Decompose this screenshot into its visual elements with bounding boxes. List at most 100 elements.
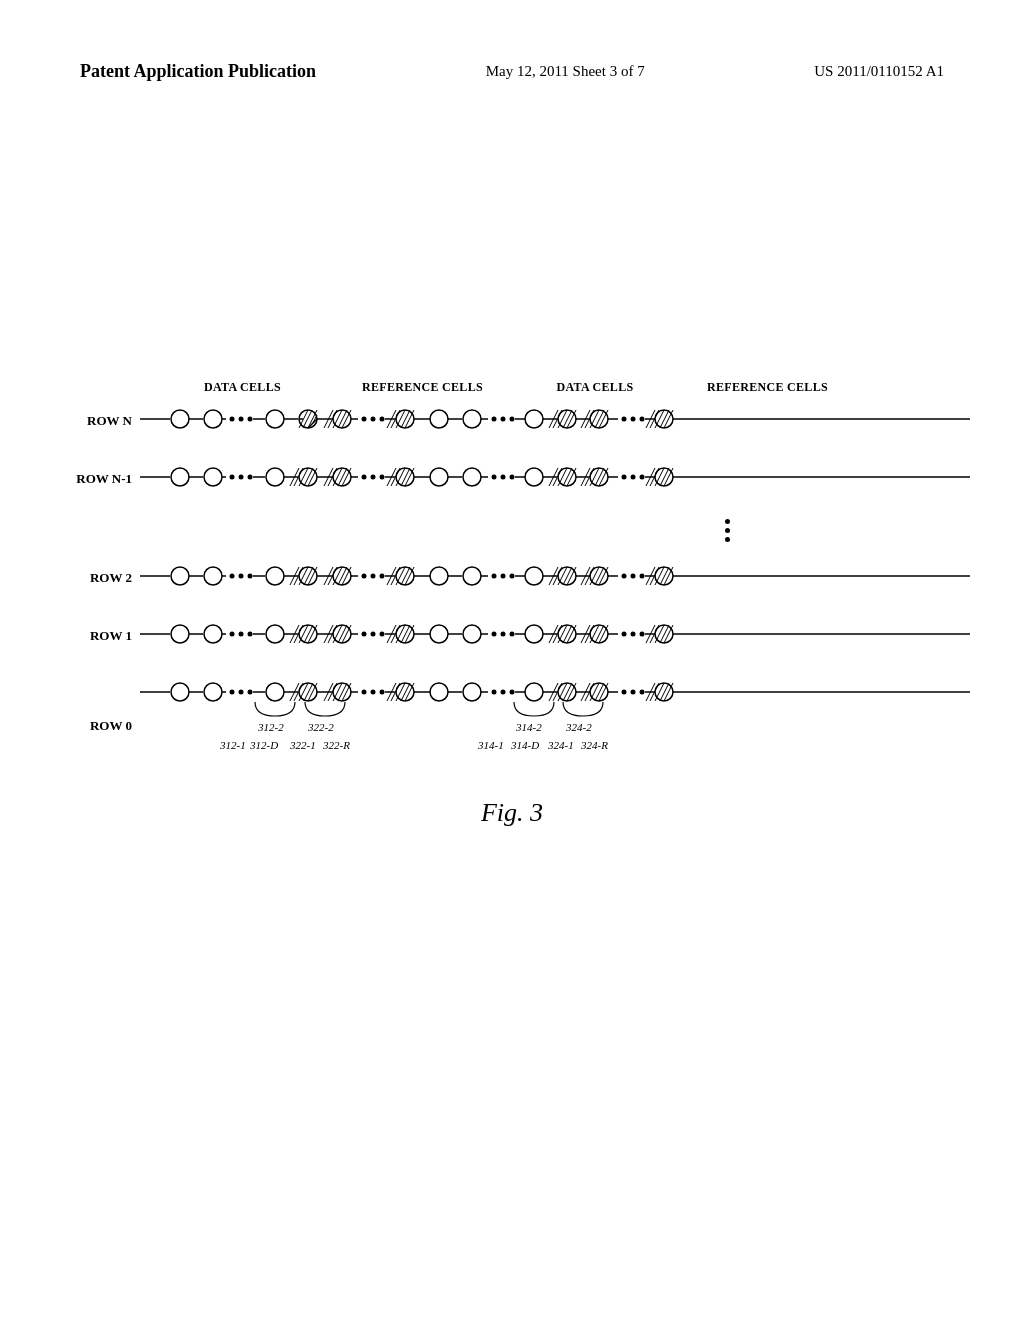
svg-point-62 bbox=[631, 417, 636, 422]
svg-point-185 bbox=[510, 574, 515, 579]
svg-point-112 bbox=[492, 475, 497, 480]
svg-point-9 bbox=[266, 410, 284, 428]
svg-point-6 bbox=[248, 417, 253, 422]
svg-point-220 bbox=[248, 632, 253, 637]
svg-point-147 bbox=[230, 574, 235, 579]
svg-point-327 bbox=[510, 690, 515, 695]
svg-text:324-2: 324-2 bbox=[565, 721, 592, 733]
row-n-1: ROW N-1 bbox=[60, 459, 964, 499]
svg-point-168 bbox=[362, 574, 367, 579]
svg-point-241 bbox=[380, 632, 385, 637]
svg-point-250 bbox=[430, 625, 448, 643]
svg-point-323 bbox=[463, 683, 481, 701]
svg-point-187 bbox=[525, 567, 543, 585]
svg-point-275 bbox=[631, 632, 636, 637]
svg-point-146 bbox=[204, 567, 222, 585]
svg-text:324-R: 324-R bbox=[580, 739, 608, 751]
row-n-svg bbox=[140, 401, 970, 437]
svg-point-113 bbox=[501, 475, 506, 480]
svg-point-169 bbox=[371, 574, 376, 579]
svg-point-239 bbox=[362, 632, 367, 637]
row-2: ROW 2 bbox=[60, 558, 964, 598]
diagram-container: DATA CELLS REFERENCE CELLS DATA CELLS RE… bbox=[60, 380, 964, 828]
svg-text:312-2: 312-2 bbox=[257, 721, 284, 733]
svg-point-311 bbox=[371, 690, 376, 695]
svg-point-3 bbox=[204, 410, 222, 428]
svg-point-116 bbox=[525, 468, 543, 486]
svg-point-1 bbox=[171, 410, 189, 428]
svg-text:322-R: 322-R bbox=[322, 739, 350, 751]
dot-2 bbox=[725, 528, 730, 533]
svg-point-346 bbox=[631, 690, 636, 695]
svg-point-219 bbox=[239, 632, 244, 637]
col-label-ref2: REFERENCE CELLS bbox=[675, 380, 860, 395]
col-label-data1: DATA CELLS bbox=[155, 380, 330, 395]
svg-text:314-1: 314-1 bbox=[477, 739, 504, 751]
svg-point-152 bbox=[266, 567, 284, 585]
svg-point-170 bbox=[380, 574, 385, 579]
svg-point-133 bbox=[631, 475, 636, 480]
svg-point-81 bbox=[266, 468, 284, 486]
svg-point-99 bbox=[380, 475, 385, 480]
svg-point-97 bbox=[362, 475, 367, 480]
page: Patent Application Publication May 12, 2… bbox=[0, 0, 1024, 1320]
svg-point-274 bbox=[622, 632, 627, 637]
svg-point-217 bbox=[204, 625, 222, 643]
svg-point-289 bbox=[230, 690, 235, 695]
row-2-label: ROW 2 bbox=[60, 570, 140, 586]
patent-number: US 2011/0110152 A1 bbox=[814, 60, 944, 83]
svg-text:322-2: 322-2 bbox=[307, 721, 334, 733]
svg-point-134 bbox=[640, 475, 645, 480]
svg-point-75 bbox=[204, 468, 222, 486]
sheet-info: May 12, 2011 Sheet 3 of 7 bbox=[486, 60, 645, 83]
svg-point-179 bbox=[430, 567, 448, 585]
svg-point-110 bbox=[463, 468, 481, 486]
svg-point-26 bbox=[362, 417, 367, 422]
svg-point-255 bbox=[501, 632, 506, 637]
svg-point-132 bbox=[622, 475, 627, 480]
svg-text:314-2: 314-2 bbox=[515, 721, 542, 733]
svg-point-254 bbox=[492, 632, 497, 637]
row-n: ROW N bbox=[60, 401, 964, 441]
svg-point-43 bbox=[510, 417, 515, 422]
col-label-ref1: REFERENCE CELLS bbox=[330, 380, 515, 395]
svg-point-5 bbox=[239, 417, 244, 422]
svg-point-290 bbox=[239, 690, 244, 695]
row-n-label: ROW N bbox=[60, 413, 140, 429]
svg-point-63 bbox=[640, 417, 645, 422]
svg-point-27 bbox=[371, 417, 376, 422]
row-1-label: ROW 1 bbox=[60, 628, 140, 644]
svg-point-276 bbox=[640, 632, 645, 637]
svg-text:312-D: 312-D bbox=[249, 739, 278, 751]
row-2-svg bbox=[140, 558, 970, 594]
svg-point-204 bbox=[631, 574, 636, 579]
publication-title: Patent Application Publication bbox=[80, 60, 316, 83]
svg-text:322-1: 322-1 bbox=[289, 739, 316, 751]
svg-point-345 bbox=[622, 690, 627, 695]
svg-point-148 bbox=[239, 574, 244, 579]
svg-point-288 bbox=[204, 683, 222, 701]
svg-text:314-D: 314-D bbox=[510, 739, 539, 751]
vertical-dots bbox=[490, 517, 964, 544]
svg-point-310 bbox=[362, 690, 367, 695]
svg-point-4 bbox=[230, 417, 235, 422]
svg-point-258 bbox=[525, 625, 543, 643]
svg-point-329 bbox=[525, 683, 543, 701]
svg-point-326 bbox=[501, 690, 506, 695]
dot-3 bbox=[725, 537, 730, 542]
col-label-data2: DATA CELLS bbox=[515, 380, 675, 395]
svg-text:312-1: 312-1 bbox=[219, 739, 246, 751]
svg-point-77 bbox=[239, 475, 244, 480]
row-n1-svg bbox=[140, 459, 970, 495]
svg-point-39 bbox=[463, 410, 481, 428]
svg-point-325 bbox=[492, 690, 497, 695]
figure-caption: Fig. 3 bbox=[60, 798, 964, 828]
row-n1-label: ROW N-1 bbox=[60, 471, 140, 487]
svg-point-149 bbox=[248, 574, 253, 579]
row-0-label: ROW 0 bbox=[60, 718, 140, 734]
svg-point-98 bbox=[371, 475, 376, 480]
header: Patent Application Publication May 12, 2… bbox=[80, 60, 944, 83]
svg-point-218 bbox=[230, 632, 235, 637]
svg-point-203 bbox=[622, 574, 627, 579]
svg-point-144 bbox=[171, 567, 189, 585]
